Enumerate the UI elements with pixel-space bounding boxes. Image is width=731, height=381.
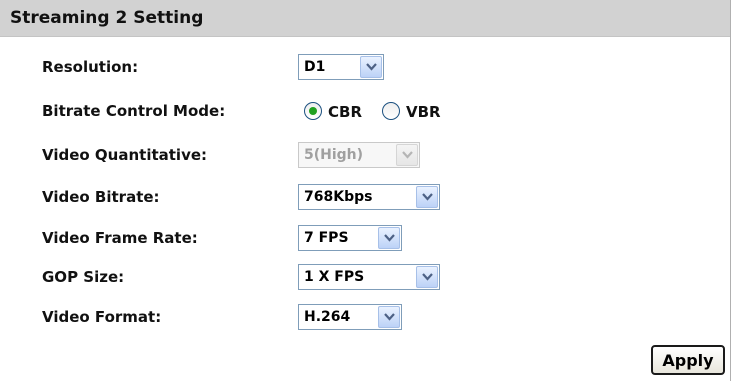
section-title: Streaming 2 Setting xyxy=(10,8,204,28)
apply-button[interactable]: Apply xyxy=(651,345,725,375)
video-quantitative-value: 5(High) xyxy=(304,147,364,163)
bitrate-mode-label: Bitrate Control Mode: xyxy=(42,102,226,120)
frame-rate-value: 7 FPS xyxy=(304,230,349,246)
video-bitrate-label: Video Bitrate: xyxy=(42,188,160,206)
gop-size-label: GOP Size: xyxy=(42,268,125,286)
radio-cbr-label: CBR xyxy=(328,103,362,121)
chevron-down-icon[interactable] xyxy=(416,186,438,208)
frame-rate-label: Video Frame Rate: xyxy=(42,229,198,247)
video-format-label: Video Format: xyxy=(42,308,162,326)
radio-vbr-button[interactable] xyxy=(382,102,400,120)
video-quantitative-select: 5(High) xyxy=(298,142,420,168)
resolution-select[interactable]: D1 xyxy=(298,54,384,80)
resolution-label: Resolution: xyxy=(42,58,139,76)
row-gop-size: GOP Size: 1 X FPS xyxy=(0,262,731,296)
row-frame-rate: Video Frame Rate: 7 FPS xyxy=(0,223,731,257)
gop-size-value: 1 X FPS xyxy=(304,269,365,285)
video-bitrate-value: 768Kbps xyxy=(304,189,373,205)
video-quantitative-label: Video Quantitative: xyxy=(42,146,208,164)
video-format-select[interactable]: H.264 xyxy=(298,304,402,330)
radio-vbr[interactable]: VBR xyxy=(382,101,452,123)
video-format-value: H.264 xyxy=(304,309,351,325)
resolution-value: D1 xyxy=(304,59,326,75)
row-bitrate-mode: Bitrate Control Mode: CBR VBR xyxy=(0,96,731,130)
chevron-down-icon[interactable] xyxy=(378,306,400,328)
chevron-down-icon[interactable] xyxy=(416,266,438,288)
row-video-quantitative: Video Quantitative: 5(High) xyxy=(0,140,731,174)
chevron-down-icon[interactable] xyxy=(378,227,400,249)
chevron-down-icon xyxy=(396,144,418,166)
frame-rate-select[interactable]: 7 FPS xyxy=(298,225,402,251)
row-video-bitrate: Video Bitrate: 768Kbps xyxy=(0,182,731,216)
video-bitrate-select[interactable]: 768Kbps xyxy=(298,184,440,210)
radio-vbr-label: VBR xyxy=(406,103,441,121)
radio-cbr[interactable]: CBR xyxy=(304,101,374,123)
chevron-down-icon[interactable] xyxy=(360,56,382,78)
row-resolution: Resolution: D1 xyxy=(0,52,731,86)
section-header: Streaming 2 Setting xyxy=(0,0,731,37)
gop-size-select[interactable]: 1 X FPS xyxy=(298,264,440,290)
radio-cbr-button[interactable] xyxy=(304,102,322,120)
row-video-format: Video Format: H.264 xyxy=(0,302,731,336)
